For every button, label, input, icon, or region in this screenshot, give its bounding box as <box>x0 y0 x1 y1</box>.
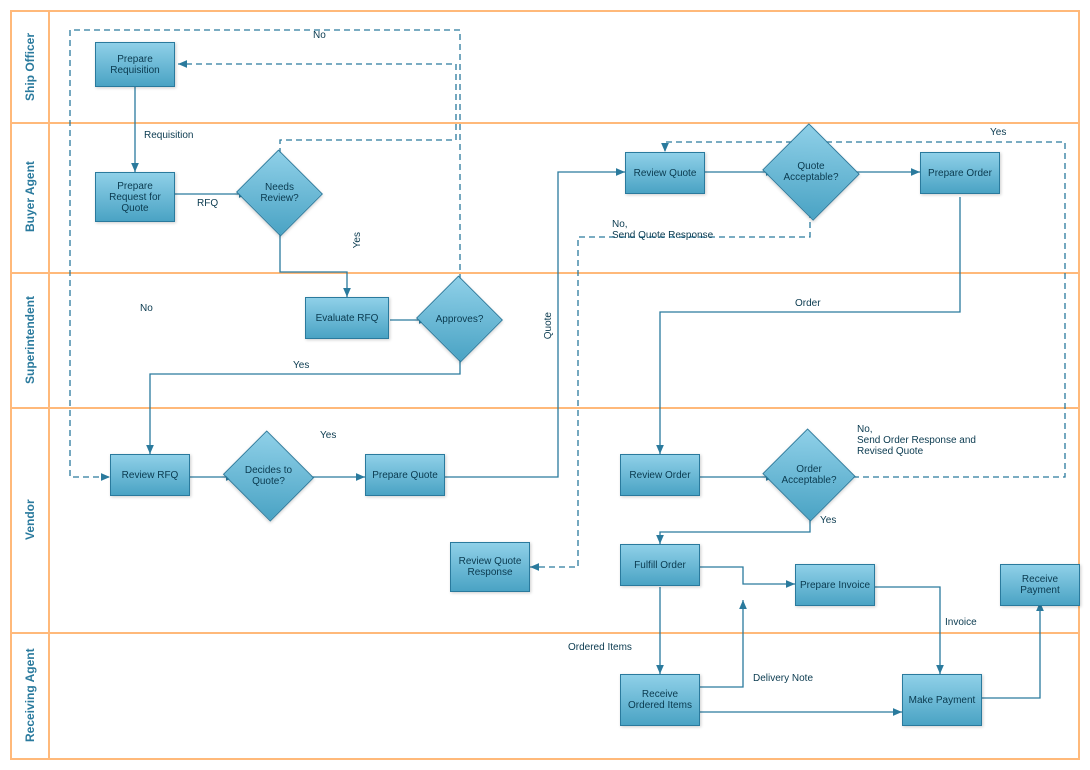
node-decides-to-quote: Decides to Quote? <box>235 446 302 506</box>
node-prepare-requisition: Prepare Requisition <box>95 42 175 87</box>
label-yes: Yes <box>820 515 836 526</box>
label-yes: Yes <box>352 232 363 248</box>
node-quote-acceptable: Quote Acceptable? <box>775 140 847 204</box>
label-no: No <box>140 303 153 314</box>
node-review-rfq: Review RFQ <box>110 454 190 496</box>
node-receive-ordered-items: Receive Ordered Items <box>620 674 700 726</box>
lane-label-ship-officer: Ship Officer <box>12 12 48 122</box>
connectors-layer <box>50 12 1078 758</box>
label-ordered-items: Ordered Items <box>568 642 632 653</box>
node-needs-review: Needs Review? <box>248 164 311 222</box>
node-review-order: Review Order <box>620 454 700 496</box>
lane-label-superintendent: Superintendent <box>12 272 48 407</box>
node-receive-payment: Receive Payment <box>1000 564 1080 606</box>
node-approves: Approves? <box>428 290 491 348</box>
node-review-quote-response: Review Quote Response <box>450 542 530 592</box>
node-prepare-rfq: Prepare Request for Quote <box>95 172 175 222</box>
label-yes: Yes <box>320 430 336 441</box>
node-prepare-quote: Prepare Quote <box>365 454 445 496</box>
label-no-send-quote-response: No, Send Quote Response <box>612 219 713 241</box>
label-delivery-note: Delivery Note <box>753 673 813 684</box>
node-evaluate-rfq: Evaluate RFQ <box>305 297 389 339</box>
label-quote: Quote <box>543 312 554 339</box>
label-yes: Yes <box>293 360 309 371</box>
lane-label-receiving-agent: Receiving Agent <box>12 632 48 758</box>
label-order: Order <box>795 298 821 309</box>
node-review-quote: Review Quote <box>625 152 705 194</box>
node-fulfill-order: Fulfill Order <box>620 544 700 586</box>
label-yes: Yes <box>990 127 1006 138</box>
lane-label-buyer-agent: Buyer Agent <box>12 122 48 272</box>
label-rfq: RFQ <box>197 198 218 209</box>
node-order-acceptable: Order Acceptable? <box>775 444 843 506</box>
label-requisition: Requisition <box>144 130 193 141</box>
label-invoice: Invoice <box>945 617 977 628</box>
node-make-payment: Make Payment <box>902 674 982 726</box>
diagram-canvas: Prepare Requisition Prepare Request for … <box>50 12 1078 758</box>
node-prepare-order: Prepare Order <box>920 152 1000 194</box>
swimlane-diagram: Ship Officer Buyer Agent Superintendent … <box>10 10 1080 760</box>
label-no: No <box>313 30 326 41</box>
node-prepare-invoice: Prepare Invoice <box>795 564 875 606</box>
label-no-send-order-response: No, Send Order Response and Revised Quot… <box>857 424 976 457</box>
lane-label-vendor: Vendor <box>12 407 48 632</box>
